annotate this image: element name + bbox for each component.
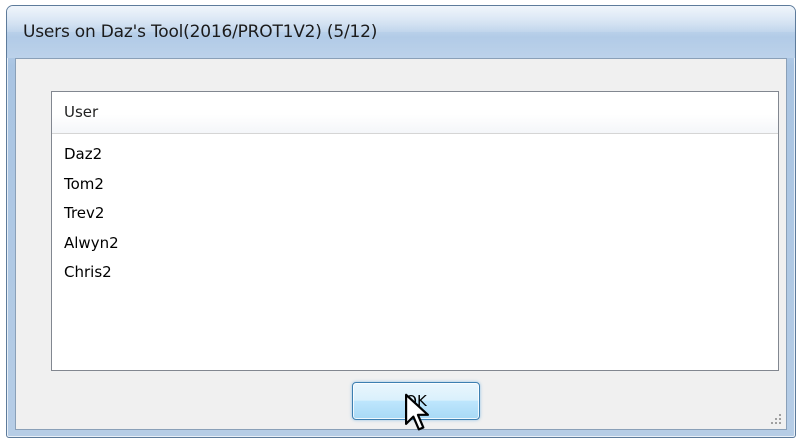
list-item[interactable]: Chris2 bbox=[52, 258, 778, 288]
column-header-user[interactable]: User bbox=[52, 92, 778, 133]
list-header: User bbox=[52, 92, 778, 134]
window-title: Users on Daz's Tool(2016/PROT1V2) (5/12) bbox=[23, 22, 378, 42]
list-item[interactable]: Tom2 bbox=[52, 170, 778, 200]
resize-grip-icon[interactable] bbox=[768, 411, 782, 425]
dialog-window: Users on Daz's Tool(2016/PROT1V2) (5/12)… bbox=[6, 5, 796, 438]
users-list[interactable]: User Daz2 Tom2 Trev2 Alwyn2 Chris2 bbox=[51, 91, 779, 371]
dialog-body: User Daz2 Tom2 Trev2 Alwyn2 Chris2 OK bbox=[15, 58, 787, 430]
list-rows: Daz2 Tom2 Trev2 Alwyn2 Chris2 bbox=[52, 140, 778, 288]
list-item[interactable]: Trev2 bbox=[52, 199, 778, 229]
list-item[interactable]: Daz2 bbox=[52, 140, 778, 170]
title-bar[interactable]: Users on Daz's Tool(2016/PROT1V2) (5/12) bbox=[7, 6, 795, 58]
list-item[interactable]: Alwyn2 bbox=[52, 229, 778, 259]
ok-button[interactable]: OK bbox=[352, 382, 480, 420]
